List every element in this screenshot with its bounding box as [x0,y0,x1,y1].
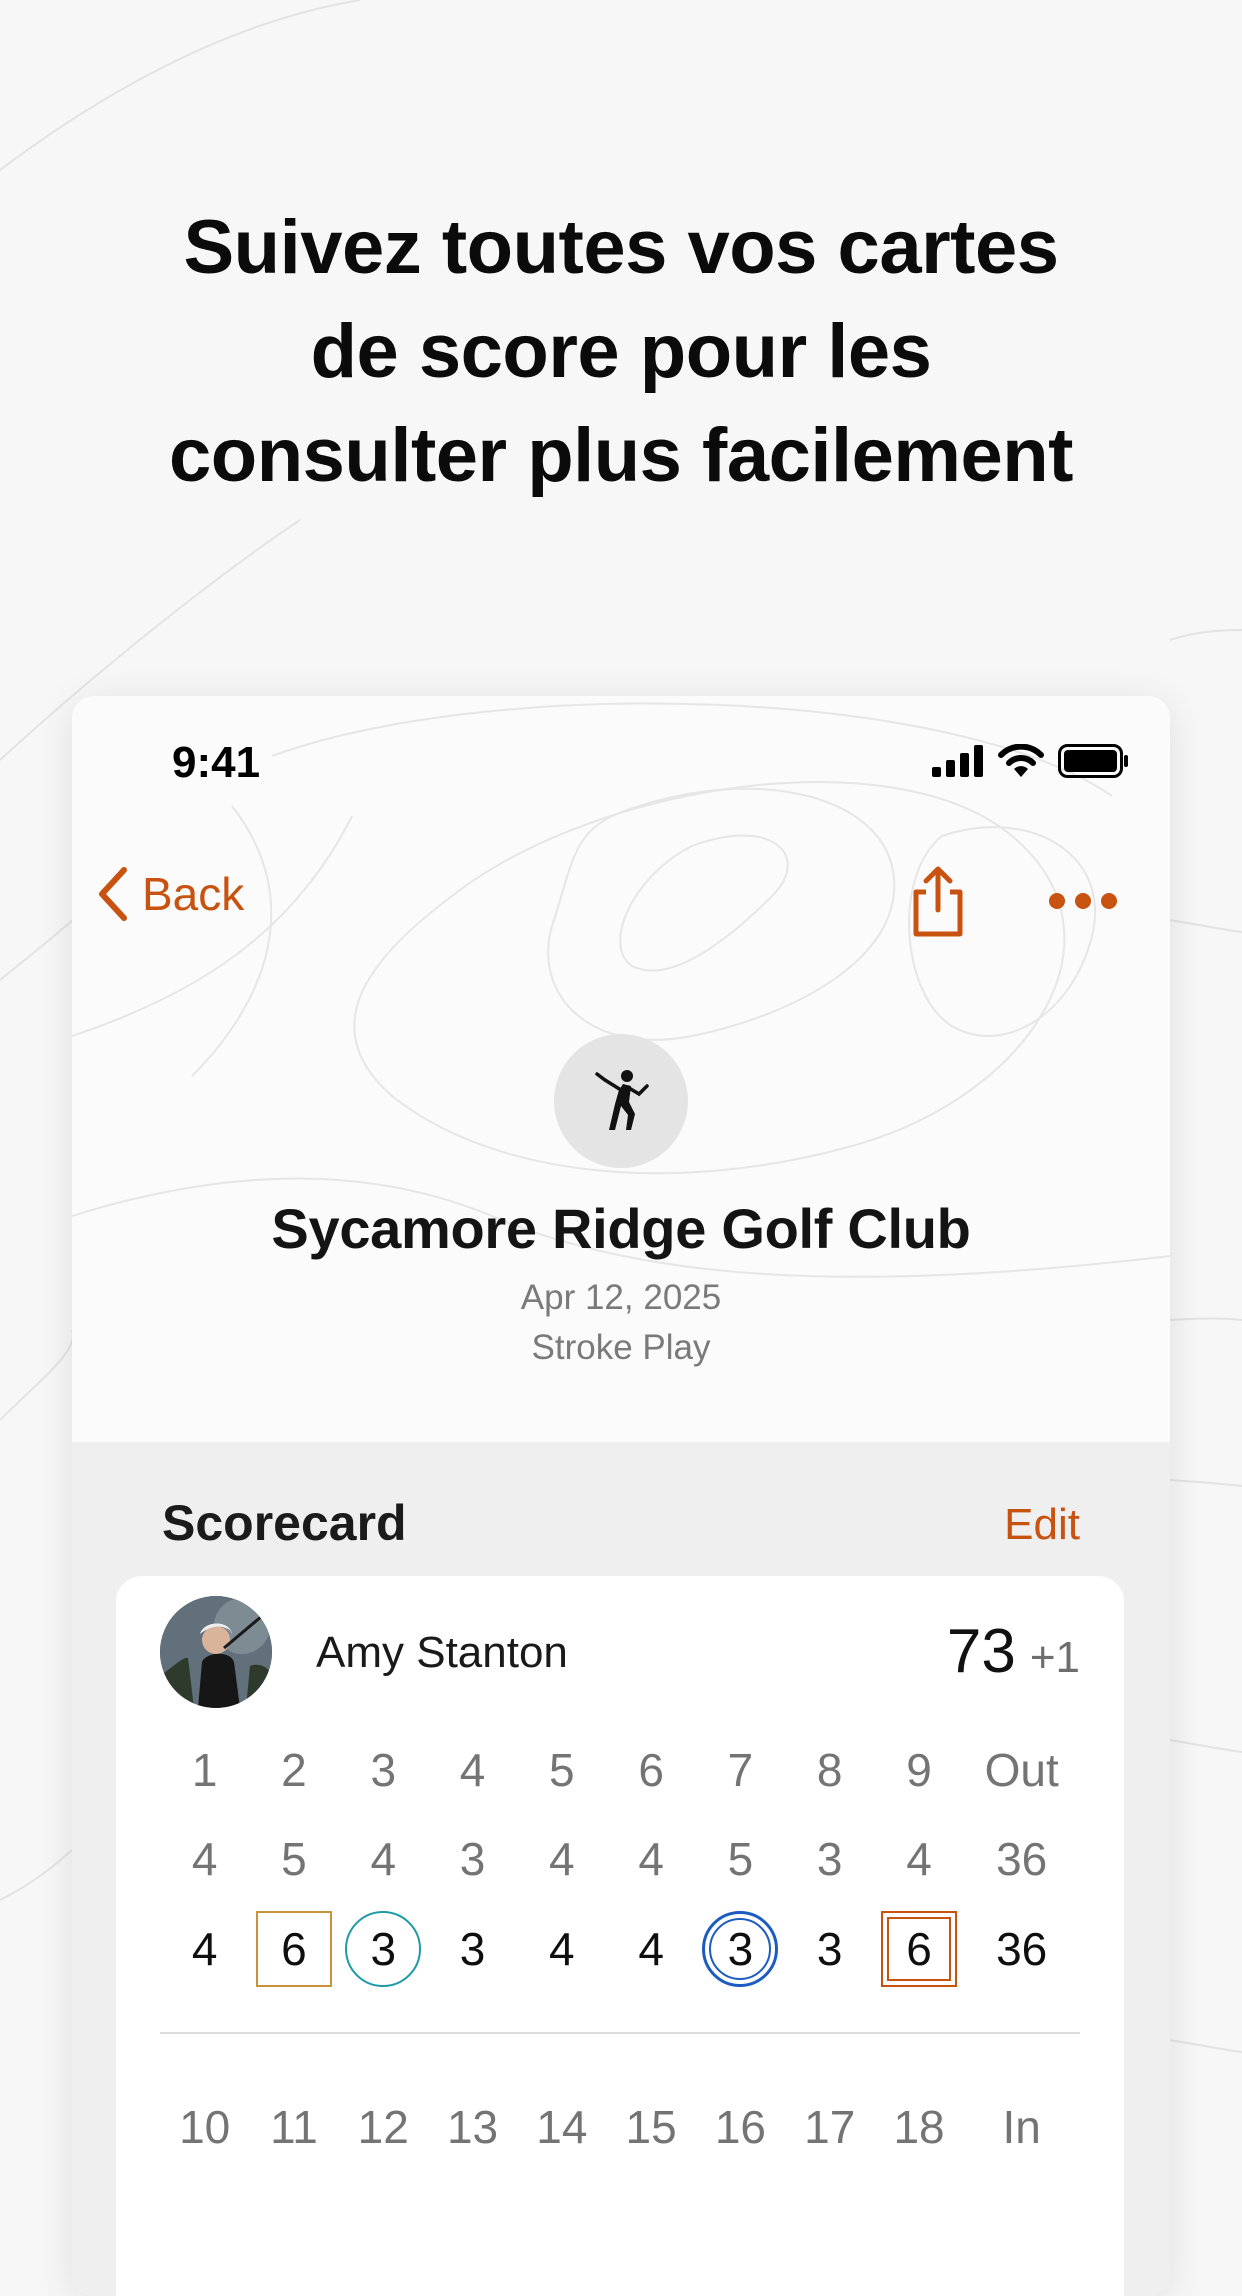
score-value: 3 [370,1923,397,1975]
bogey-marker: 6 [255,1911,332,1987]
player-name: Amy Stanton [316,1628,568,1677]
cellular-signal-icon [932,745,983,777]
out-score-total: 36 [996,1923,1048,1975]
play-format: Stroke Play [531,1328,711,1367]
hole-number: 2 [281,1744,307,1796]
share-button[interactable] [908,866,968,943]
hole-par: 3 [459,1833,486,1885]
hole-par: 4 [549,1833,575,1885]
headline-line-2: de score pour les [310,309,932,394]
hole-par: 4 [370,1833,397,1885]
score-value: 3 [727,1923,754,1975]
hole-number: 16 [714,2101,767,2153]
score-value: 6 [906,1923,932,1975]
player-total-score: 73 +1 [947,1616,1080,1687]
player-scorecard[interactable]: Amy Stanton 73 +1 1 2 3 4 5 6 7 8 9 Out … [116,1576,1124,2296]
eagle-marker: 3 [702,1911,779,1987]
total-strokes: 73 [946,1617,1016,1686]
round-date: Apr 12, 2025 [520,1278,722,1317]
hole-number: 14 [536,2101,588,2153]
hole-number: 15 [625,2101,677,2153]
hole-par: 4 [906,1833,932,1885]
golfer-icon [595,1070,649,1130]
hole-number: 7 [727,1744,754,1796]
hole-number: 6 [638,1744,664,1796]
hole-number: 17 [804,2101,856,2153]
share-icon [913,866,963,937]
front-nine-par-row: 4 5 4 3 4 4 5 3 4 36 [160,1819,1080,1899]
hole-score[interactable]: 6 [874,1909,963,1989]
hole-score[interactable]: 4 [160,1909,249,1989]
hole-number: 18 [893,2101,945,2153]
player-photo [160,1596,272,1708]
hole-par: 4 [191,1833,218,1885]
hole-score[interactable]: 3 [339,1909,428,1989]
score-value: 4 [638,1923,664,1975]
score-value: 4 [549,1923,575,1975]
hole-number: 4 [459,1744,486,1796]
hole-par: 3 [816,1833,843,1885]
hole-par: 5 [281,1833,307,1885]
phone-screen: 9:41 Back Sycamore Ridge Golf Club Apr 1… [72,696,1170,2296]
hole-number: 3 [370,1744,397,1796]
hole-number: 1 [191,1744,218,1796]
hole-number: 5 [549,1744,575,1796]
score-value: 6 [281,1923,307,1975]
back-label: Back [142,868,245,920]
scorecard-title: Scorecard [162,1495,407,1551]
more-options-button[interactable] [1048,892,1118,915]
back-nine-holes-row: 10 11 12 13 14 15 16 17 18 In [160,2087,1080,2167]
hole-number: 9 [906,1744,932,1796]
in-label: In [1002,2101,1041,2153]
score-value: 3 [816,1923,843,1975]
hole-number: 8 [816,1744,843,1796]
battery-icon [1058,744,1128,778]
scorecard-section: Scorecard Edit Amy Stanton 73 +1 1 2 3 4… [72,1442,1170,2296]
hole-score[interactable]: 6 [249,1909,338,1989]
course-name: Sycamore Ridge Golf Club [271,1197,971,1260]
ellipsis-icon [1049,893,1117,909]
hole-par: 4 [638,1833,664,1885]
birdie-marker: 3 [345,1911,422,1987]
hole-score[interactable]: 3 [696,1909,785,1989]
hole-number: 11 [270,2101,318,2153]
back-button[interactable]: Back [96,866,244,922]
out-par-total: 36 [996,1833,1048,1885]
hole-number: 12 [357,2101,409,2153]
hole-score[interactable]: 3 [785,1909,874,1989]
wifi-icon [998,744,1044,777]
hole-par: 5 [727,1833,754,1885]
front-nine-holes-row: 1 2 3 4 5 6 7 8 9 Out [160,1730,1080,1810]
hole-score[interactable]: 4 [517,1909,606,1989]
headline-line-3: consulter plus facilement [169,413,1073,498]
hole-score[interactable]: 3 [428,1909,517,1989]
status-icons [932,744,1130,778]
course-avatar [554,1034,688,1168]
hole-number: 10 [179,2101,231,2153]
chevron-left-icon [99,867,127,921]
score-value: 3 [459,1923,486,1975]
status-time: 9:41 [172,738,261,787]
headline: Suivez toutes vos cartes de score pour l… [0,196,1242,508]
score-value: 4 [191,1923,218,1975]
nine-divider [160,2032,1080,2034]
edit-button[interactable]: Edit [1004,1500,1080,1550]
hole-score[interactable]: 4 [606,1909,695,1989]
headline-line-1: Suivez toutes vos cartes [183,205,1059,290]
avatar [160,1596,272,1708]
out-label: Out [984,1744,1059,1796]
hole-number: 13 [446,2101,499,2153]
double-bogey-marker: 6 [881,1911,958,1987]
front-nine-score-row: 4 6 3 3 4 4 3 3 6 36 [160,1909,1080,1989]
score-to-par: +1 [1029,1633,1080,1682]
